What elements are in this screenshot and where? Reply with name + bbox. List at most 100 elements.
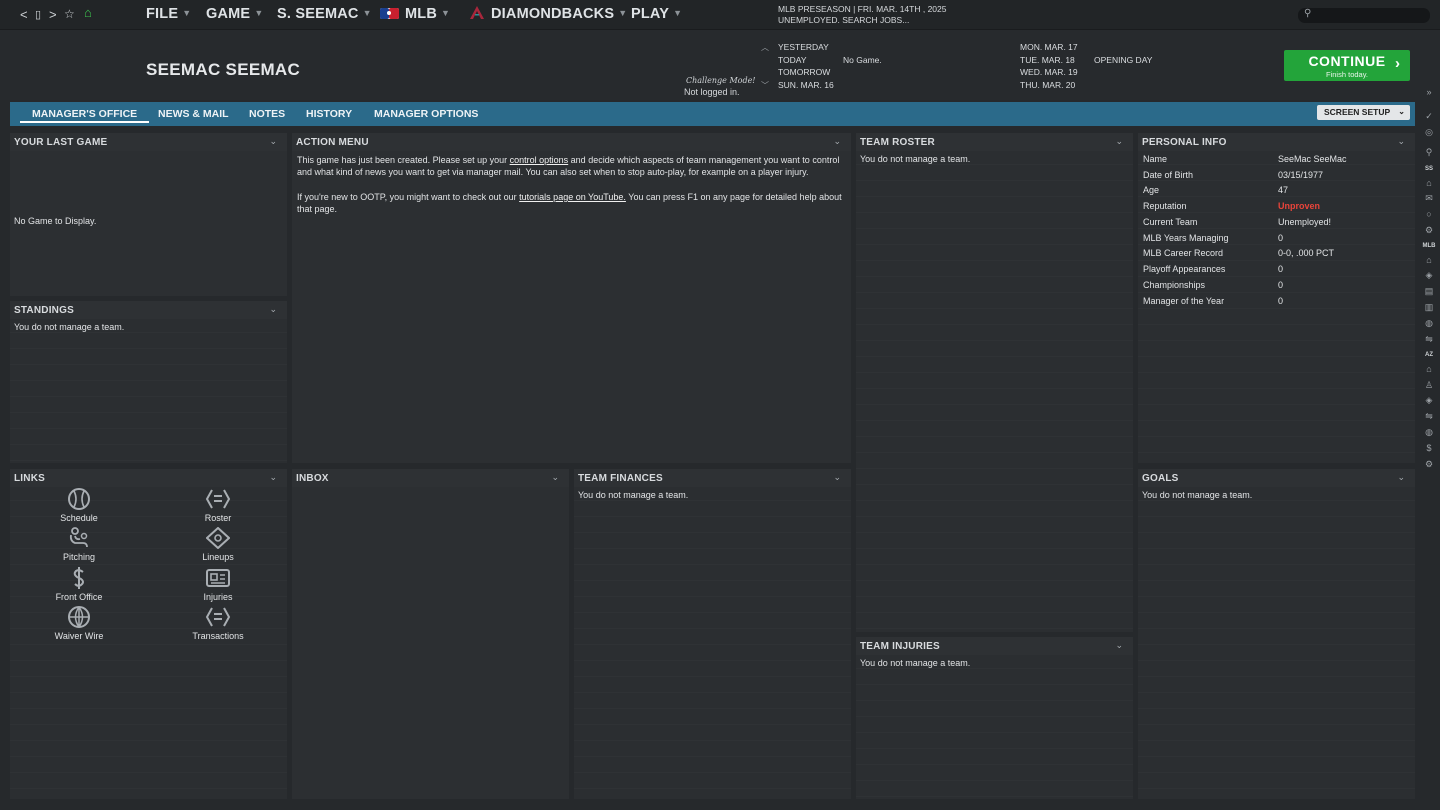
inbox-panel: INBOX ⌄ <box>292 469 569 799</box>
collapse-icon[interactable]: ⌄ <box>551 472 559 483</box>
chevron-down-icon: ▼ <box>673 8 683 18</box>
link-transactions[interactable]: Transactions <box>168 606 268 641</box>
chart-icon[interactable]: ▥ <box>1423 301 1435 313</box>
star-icon[interactable]: ☆ <box>64 7 75 21</box>
login-status[interactable]: Not logged in. <box>684 87 740 97</box>
home-icon[interactable]: ⌂ <box>1423 363 1435 375</box>
baseball-icon[interactable]: ◍ <box>1423 317 1435 329</box>
tab-managers-office[interactable]: MANAGER'S OFFICE <box>20 108 150 123</box>
home-icon[interactable]: ⌂ <box>1423 254 1435 266</box>
continue-button[interactable]: CONTINUE Finish today. › <box>1284 50 1410 81</box>
info-label: Manager of the Year <box>1143 296 1225 306</box>
link-injuries[interactable]: Injuries <box>168 567 268 602</box>
chevron-down-icon: ▼ <box>618 8 628 18</box>
personal-info-panel: PERSONAL INFO ⌄ Name SeeMac SeeMac Date o… <box>1138 133 1415 463</box>
menu-file[interactable]: FILE ▼ <box>146 6 191 22</box>
window-icon[interactable]: ▯ <box>35 8 41 21</box>
standings-text: You do not manage a team. <box>14 322 125 332</box>
collapse-icon[interactable]: ⌄ <box>269 136 277 147</box>
link-schedule[interactable]: Schedule <box>29 488 129 523</box>
pin-icon[interactable]: ⚲ <box>1423 146 1435 158</box>
link-lineups[interactable]: Lineups <box>168 527 268 562</box>
tab-news-mail[interactable]: NEWS & MAIL <box>158 108 229 120</box>
sidebar-mlb-label[interactable]: MLB <box>1420 243 1438 249</box>
home-icon[interactable]: ⌂ <box>84 5 92 20</box>
link-waiver-wire[interactable]: Waiver Wire <box>29 606 129 641</box>
panel-title: TEAM ROSTER <box>860 137 935 148</box>
collapse-icon[interactable]: ⌄ <box>1115 640 1123 651</box>
schedule-wed[interactable]: WED. MAR. 19 <box>1020 67 1078 77</box>
news-icon[interactable]: ▤ <box>1423 285 1435 297</box>
home-icon[interactable]: ⌂ <box>1423 177 1435 189</box>
schedule-tue[interactable]: TUE. MAR. 18 <box>1020 55 1075 65</box>
sidebar-az-label[interactable]: AZ <box>1420 352 1438 358</box>
team-roster-panel: TEAM ROSTER ⌄ You do not manage a team. <box>856 133 1133 632</box>
schedule-thu[interactable]: THU. MAR. 20 <box>1020 80 1075 90</box>
forward-arrow-icon[interactable]: > <box>49 7 57 22</box>
tab-notes[interactable]: NOTES <box>249 108 285 120</box>
schedule-down-icon[interactable]: ﹀ <box>761 80 769 91</box>
control-options-link[interactable]: control options <box>510 155 569 165</box>
collapse-icon[interactable]: ⌄ <box>1397 136 1405 147</box>
transactions-icon[interactable]: ⇋ <box>1423 333 1435 345</box>
gear-icon[interactable]: ⚙ <box>1423 458 1435 470</box>
baseball-icon[interactable]: ◍ <box>1423 426 1435 438</box>
gear-icon[interactable]: ⚙ <box>1423 224 1435 236</box>
dollar-icon[interactable]: $ <box>1423 442 1435 454</box>
expand-icon[interactable]: » <box>1423 86 1435 98</box>
menu-manager[interactable]: S. SEEMAC ▼ <box>277 6 372 22</box>
link-roster[interactable]: Roster <box>168 488 268 523</box>
panel-title: YOUR LAST GAME <box>14 137 108 148</box>
schedule-tomorrow[interactable]: TOMORROW <box>778 67 830 77</box>
panel-header: TEAM FINANCES ⌄ <box>574 469 851 487</box>
collapse-icon[interactable]: ⌄ <box>833 472 841 483</box>
schedule-up-icon[interactable]: ︿ <box>761 42 769 53</box>
continue-label: CONTINUE <box>1308 53 1386 69</box>
schedule-sun[interactable]: SUN. MAR. 16 <box>778 80 834 90</box>
diamond-icon[interactable]: ◈ <box>1423 394 1435 406</box>
baseball-icon <box>68 488 90 510</box>
link-front-office[interactable]: Front Office <box>29 567 129 602</box>
info-value-reputation: Unproven <box>1278 201 1321 211</box>
panel-title: GOALS <box>1142 473 1179 484</box>
panel-header: TEAM ROSTER ⌄ <box>856 133 1133 151</box>
info-value-playoffs: 0 <box>1278 264 1284 274</box>
status-jobs[interactable]: UNEMPLOYED. SEARCH JOBS... <box>778 15 946 26</box>
collapse-icon[interactable]: ⌄ <box>1397 472 1405 483</box>
collapse-icon[interactable]: ⌄ <box>269 472 277 483</box>
link-label: Front Office <box>55 592 103 602</box>
schedule-today[interactable]: TODAY <box>778 55 807 65</box>
globe-icon[interactable]: ◎ <box>1423 126 1435 138</box>
collapse-icon[interactable]: ⌄ <box>1115 136 1123 147</box>
screen-setup-dropdown[interactable]: SCREEN SETUP ⌄ <box>1317 105 1410 120</box>
check-icon[interactable]: ✓ <box>1423 110 1435 122</box>
schedule-yesterday[interactable]: YESTERDAY <box>778 42 829 52</box>
game-status[interactable]: MLB PRESEASON | FRI. MAR. 14TH , 2025 UN… <box>778 4 946 26</box>
info-value-moy: 0 <box>1278 296 1284 306</box>
menu-game[interactable]: GAME ▼ <box>206 6 263 22</box>
tutorials-link[interactable]: tutorials page on YouTube. <box>519 192 626 202</box>
mail-icon[interactable]: ✉ <box>1423 192 1435 204</box>
collapse-icon[interactable]: ⌄ <box>833 136 841 147</box>
collapse-icon[interactable]: ⌄ <box>269 304 277 315</box>
search-icon[interactable]: ○ <box>1423 208 1435 220</box>
transactions-icon[interactable]: ⇋ <box>1423 410 1435 422</box>
chevron-down-icon: ⌄ <box>1398 107 1405 116</box>
menu-play[interactable]: PLAY ▼ <box>631 6 682 22</box>
panel-header: GOALS ⌄ <box>1138 469 1415 487</box>
pitching-icon[interactable]: ♙ <box>1423 379 1435 391</box>
transactions-icon <box>205 607 231 627</box>
action-text-1a: This game has just been created. Please … <box>297 155 510 165</box>
tab-history[interactable]: HISTORY <box>306 108 352 120</box>
menu-mlb[interactable]: MLB ▼ <box>380 6 450 22</box>
link-pitching[interactable]: Pitching <box>29 527 129 562</box>
diamond-icon[interactable]: ◈ <box>1423 269 1435 281</box>
menu-team[interactable]: DIAMONDBACKS ▼ <box>470 6 627 22</box>
schedule-mon[interactable]: MON. MAR. 17 <box>1020 42 1078 52</box>
back-arrow-icon[interactable]: < <box>20 7 28 22</box>
info-value-dob: 03/15/1977 <box>1278 170 1324 180</box>
tab-manager-options[interactable]: MANAGER OPTIONS <box>374 108 478 120</box>
search-input[interactable]: ⚲ <box>1298 8 1430 23</box>
sidebar-ss-label[interactable]: SS <box>1420 166 1438 172</box>
panel-header: ACTION MENU ⌄ <box>292 133 851 151</box>
